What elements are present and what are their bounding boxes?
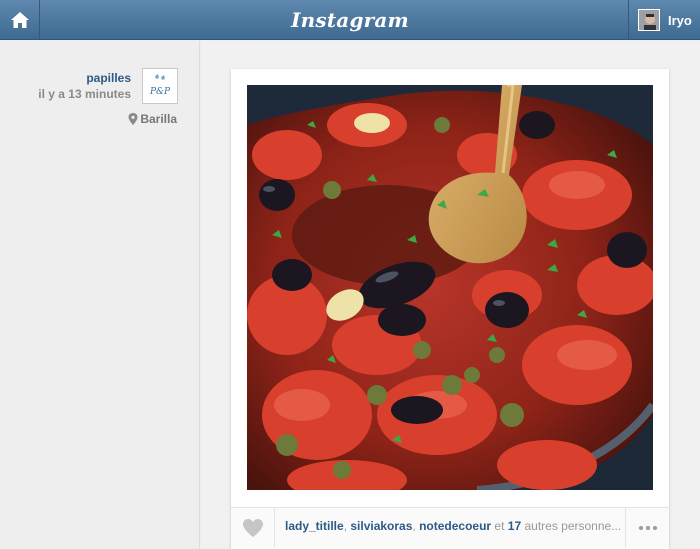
likes-count[interactable]: 17 — [508, 519, 521, 533]
location-link[interactable]: Barilla — [128, 112, 177, 126]
post-card: lady_titille, silviakoras, notedecoeur e… — [231, 69, 669, 549]
author-avatar[interactable]: P&P — [142, 68, 178, 104]
like-button[interactable] — [231, 508, 275, 548]
ellipsis-icon — [638, 526, 643, 530]
ellipsis-dot — [652, 526, 657, 530]
user-name: Iryo — [668, 12, 692, 28]
post-action-bar: lady_titille, silviakoras, notedecoeur e… — [231, 507, 669, 548]
post-meta-column: papilles il y a 13 minutes P&P Barilla — [0, 41, 200, 549]
heart-icon — [242, 519, 263, 537]
avatar-monogram: P&P — [149, 87, 171, 97]
instagram-logo[interactable]: Instagram — [0, 8, 700, 32]
more-options-button[interactable] — [625, 508, 669, 548]
likes-and-text: et — [491, 519, 508, 533]
post-column: lady_titille, silviakoras, notedecoeur e… — [201, 41, 700, 549]
post-photo[interactable] — [247, 85, 653, 490]
top-navigation-bar: Instagram Iryo — [0, 0, 700, 40]
user-avatar — [638, 9, 660, 31]
ellipsis-dot — [645, 526, 650, 530]
liker-link-1[interactable]: lady_titille — [285, 519, 344, 533]
post-timestamp[interactable]: il y a 13 minutes — [38, 87, 131, 101]
location-pin-icon — [128, 113, 138, 125]
author-name-link[interactable]: papilles — [38, 71, 131, 85]
location-name: Barilla — [140, 112, 177, 126]
likes-summary: lady_titille, silviakoras, notedecoeur e… — [285, 519, 621, 533]
likes-others-text[interactable]: autres personne... — [521, 519, 621, 533]
liker-link-3[interactable]: notedecoeur — [419, 519, 491, 533]
post-author-block: papilles il y a 13 minutes — [38, 71, 131, 101]
user-menu[interactable]: Iryo — [628, 0, 700, 40]
liker-link-2[interactable]: silviakoras — [350, 519, 412, 533]
